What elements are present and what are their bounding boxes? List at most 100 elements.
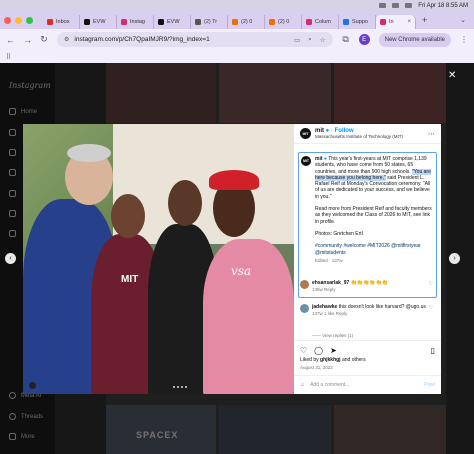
close-tab-icon[interactable]: × bbox=[407, 19, 411, 25]
tab-favicon-icon bbox=[269, 18, 275, 25]
window-controls bbox=[4, 16, 33, 24]
site-info-icon[interactable]: ⚙ bbox=[64, 36, 69, 43]
tab-favicon-icon bbox=[121, 18, 127, 25]
tab-strip: Inbox EVW Instag EVW (2) Tr (2) 0 (2) 0 Colum Su… bbox=[0, 11, 474, 29]
more-options-icon[interactable]: ⋯ bbox=[428, 130, 435, 138]
caption-paragraph-3: Photos: Gretchen Ertl bbox=[315, 230, 363, 237]
close-modal-icon[interactable]: ✕ bbox=[448, 70, 456, 81]
maximize-window-button[interactable] bbox=[26, 16, 33, 24]
view-replies-link[interactable]: —— View replies (1) bbox=[312, 333, 353, 338]
tab-list: Inbox EVW Instag EVW (2) Tr (2) 0 (2) 0 Colum Su… bbox=[43, 12, 416, 29]
photo-person-head bbox=[111, 194, 145, 238]
like-comment-icon[interactable]: ♡ bbox=[429, 305, 433, 312]
new-tab-button[interactable]: + bbox=[422, 15, 427, 25]
tab-favicon-icon bbox=[158, 18, 164, 25]
address-bar[interactable]: ⚙ instagram.com/p/Ch7QpaIMJR9/?img_index… bbox=[57, 32, 333, 47]
like-heart-icon[interactable]: ♡ bbox=[300, 346, 307, 355]
post-header: MIT mit ● · Follow Massachusetts Institu… bbox=[294, 124, 441, 144]
forward-button[interactable]: → bbox=[23, 35, 32, 45]
photo-shirt-text: vsa bbox=[231, 264, 252, 278]
post-date: August 31, 2022 bbox=[300, 365, 333, 370]
browser-tab[interactable]: (2) Tr bbox=[191, 14, 228, 29]
comment-avatar[interactable] bbox=[300, 280, 309, 289]
like-comment-icon[interactable]: ♡ bbox=[429, 281, 433, 288]
tab-label: Instag bbox=[130, 18, 145, 25]
caption-paragraph-2: Read more from President Reif and facult… bbox=[315, 206, 432, 225]
caption-avatar[interactable]: MIT bbox=[301, 156, 311, 166]
browser-tab[interactable]: EVW bbox=[80, 14, 117, 29]
share-send-icon[interactable]: ➤ bbox=[330, 346, 337, 355]
photo-person-pink-shirt bbox=[203, 239, 294, 394]
post-detail-panel: MIT mit ● · Follow Massachusetts Institu… bbox=[294, 124, 441, 394]
post-photo[interactable]: MIT vsa bbox=[23, 124, 294, 394]
photo-red-cap bbox=[209, 170, 259, 190]
browser-tab[interactable]: Inbox bbox=[43, 14, 80, 29]
browser-tab[interactable]: (2) 0 bbox=[265, 14, 302, 29]
emoji-icon[interactable]: ☺ bbox=[300, 382, 305, 388]
profile-avatar[interactable]: E bbox=[358, 34, 370, 45]
tab-favicon-icon bbox=[380, 18, 386, 25]
caption-username[interactable]: mit bbox=[315, 156, 323, 162]
comment-bubble-icon[interactable]: ◯ bbox=[314, 346, 323, 355]
caption-edited-time: Edited · 137w bbox=[315, 257, 343, 263]
caption-intro: This year's first-years at MIT comprise … bbox=[315, 156, 427, 175]
tab-favicon-icon bbox=[195, 18, 201, 25]
next-post-button[interactable]: › bbox=[449, 253, 460, 264]
liked-by-text: Liked by ghjkkhgj and others bbox=[300, 357, 366, 363]
tagged-users-icon[interactable] bbox=[29, 382, 36, 389]
search-icon[interactable] bbox=[405, 3, 413, 8]
zoom-icon[interactable]: ⌕ bbox=[308, 36, 312, 44]
comment-text: 👏👏👏👏👏👏 bbox=[350, 280, 389, 286]
browser-tab[interactable]: Colum bbox=[302, 14, 339, 29]
browser-tab[interactable]: Suppo bbox=[339, 14, 376, 29]
comment-username[interactable]: ehsansarlak_97 bbox=[312, 280, 349, 286]
minimize-window-button[interactable] bbox=[15, 16, 22, 24]
mac-menu-bar: Fri Apr 18 8:55 AM bbox=[0, 0, 474, 11]
wifi-icon[interactable] bbox=[392, 3, 400, 8]
comment-item: ehsansarlak_97 👏👏👏👏👏👏 136w Reply ♡ bbox=[298, 280, 437, 293]
tab-label: (2) 0 bbox=[278, 18, 290, 25]
save-bookmark-icon[interactable]: ▯ bbox=[431, 346, 435, 355]
url-text: instagram.com/p/Ch7QpaIMJR9/?img_index=1 bbox=[74, 36, 210, 43]
liked-by-user[interactable]: ghjkkhgj bbox=[320, 357, 341, 363]
account-avatar[interactable]: MIT bbox=[300, 128, 311, 139]
post-comment-button[interactable]: Post bbox=[424, 382, 435, 388]
tab-label: EVW bbox=[93, 18, 106, 25]
tab-favicon-icon bbox=[84, 18, 90, 25]
browser-tab[interactable]: EVW bbox=[154, 14, 191, 29]
comment-input[interactable]: Add a comment... bbox=[310, 382, 349, 388]
browser-toolbar: ← → ↻ ⚙ instagram.com/p/Ch7QpaIMJR9/?img… bbox=[0, 29, 474, 50]
tab-label: (2) Tr bbox=[204, 18, 218, 25]
tab-favicon-icon bbox=[232, 18, 238, 25]
bookmark-star-icon[interactable]: ☆ bbox=[320, 36, 326, 44]
chrome-update-button[interactable]: New Chrome available bbox=[378, 32, 451, 47]
extensions-icon[interactable]: ⧉ bbox=[342, 34, 350, 45]
tab-label: Suppo bbox=[352, 18, 368, 25]
tab-search-icon[interactable]: ⌄ bbox=[460, 16, 466, 24]
comment-meta[interactable]: 136w Reply bbox=[312, 287, 437, 294]
comment-avatar[interactable] bbox=[300, 304, 309, 313]
browser-tab[interactable]: (2) 0 bbox=[228, 14, 265, 29]
tab-label: EVW bbox=[167, 18, 180, 25]
cast-icon[interactable]: ▭ bbox=[294, 36, 300, 44]
tab-label: In bbox=[389, 18, 394, 25]
status-icon[interactable] bbox=[379, 3, 387, 8]
previous-post-button[interactable]: ‹ bbox=[5, 253, 16, 264]
post-caption: MIT mit ● This year's first-years at MIT… bbox=[298, 152, 437, 298]
tab-favicon-icon bbox=[343, 18, 349, 25]
reload-button[interactable]: ↻ bbox=[40, 34, 48, 45]
chrome-menu-icon[interactable]: ⋮ bbox=[460, 35, 468, 44]
comment-item: jadehawke this doesn't look like harvard… bbox=[298, 304, 437, 317]
comment-meta[interactable]: 137w 1 like Reply bbox=[312, 311, 437, 318]
apps-grid-icon[interactable]: ⠿ bbox=[6, 53, 11, 61]
browser-tab[interactable]: In × bbox=[376, 14, 416, 29]
post-actions: ♡ ◯ ➤ ▯ bbox=[294, 340, 441, 355]
menubar-datetime: Fri Apr 18 8:55 AM bbox=[418, 2, 468, 9]
verified-badge-icon: ● bbox=[323, 156, 327, 162]
browser-tab[interactable]: Instag bbox=[117, 14, 154, 29]
comment-username[interactable]: jadehawke bbox=[312, 304, 337, 310]
back-button[interactable]: ← bbox=[6, 35, 15, 45]
add-comment-bar: ☺ Add a comment... Post bbox=[294, 375, 441, 394]
caption-hashtags[interactable]: #community #welcome #MIT2026 @mitfirstye… bbox=[315, 243, 433, 256]
close-window-button[interactable] bbox=[4, 16, 11, 24]
